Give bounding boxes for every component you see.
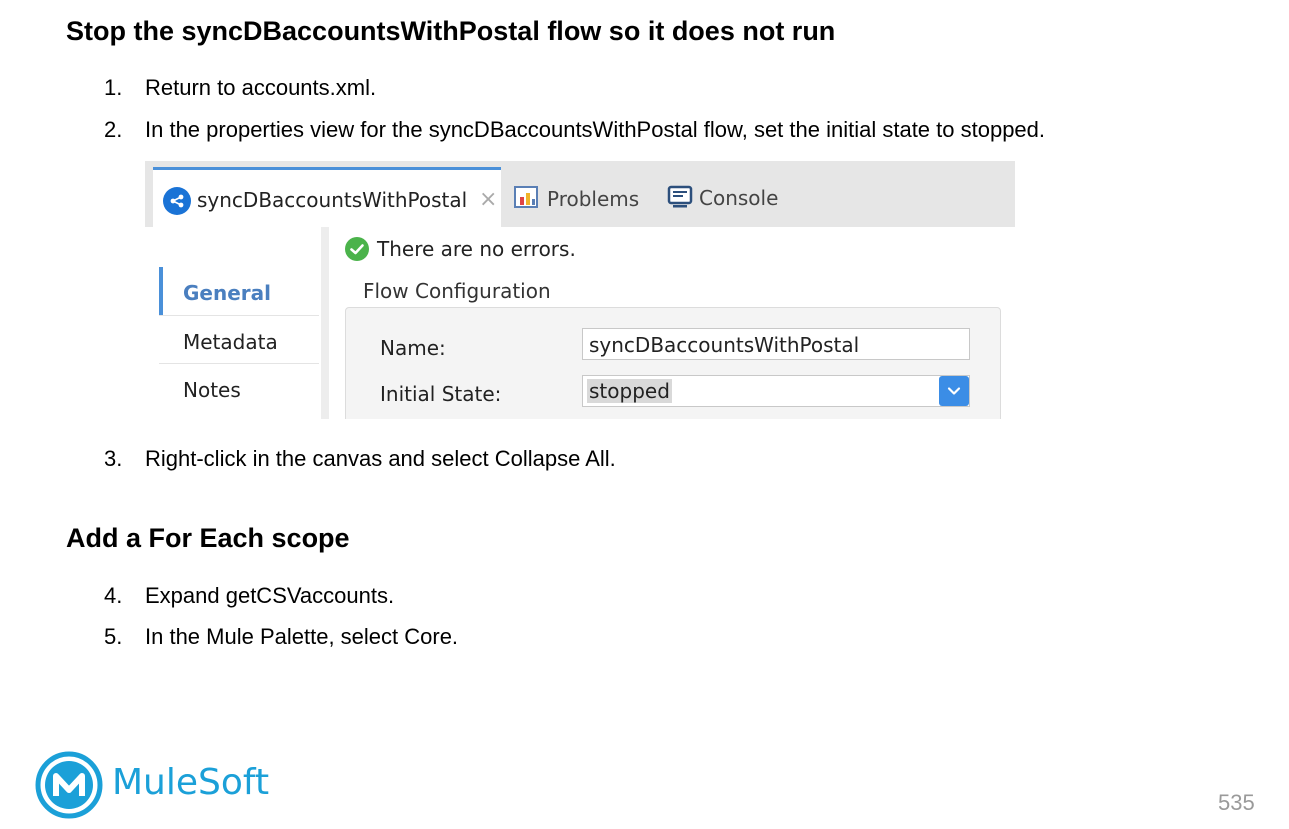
mulesoft-mark-icon [35, 751, 103, 819]
nav-divider [321, 227, 329, 419]
list-item-step-5: 5. In the Mule Palette, select Core. [104, 624, 458, 650]
nav-item-label: General [183, 281, 271, 305]
console-icon [667, 185, 693, 214]
properties-nav: General Metadata Notes [153, 227, 322, 419]
editor-tab-bar: syncDBaccountsWithPostal × Problems Cons… [145, 161, 1015, 227]
close-icon[interactable]: × [479, 187, 497, 212]
chevron-down-icon[interactable] [939, 376, 969, 406]
validation-status: There are no errors. [345, 237, 576, 261]
step-number: 2. [104, 117, 123, 142]
tab-console[interactable]: Console [667, 185, 778, 214]
page-number: 535 [1218, 790, 1255, 815]
tab-flow-properties[interactable]: syncDBaccountsWithPostal × [153, 167, 501, 227]
initial-state-value: stopped [587, 379, 672, 403]
section-heading-stop-flow: Stop the syncDBaccountsWithPostal flow s… [66, 16, 836, 46]
tab-label: syncDBaccountsWithPostal [197, 188, 468, 212]
status-text: There are no errors. [377, 237, 576, 261]
step-number: 3. [104, 446, 123, 471]
list-item-step-3: 3. Right-click in the canvas and select C… [104, 446, 616, 472]
list-item-step-1: 1. Return to accounts.xml. [104, 75, 376, 101]
step-number: 1. [104, 75, 123, 100]
tab-problems[interactable]: Problems [513, 185, 639, 216]
nav-item-notes[interactable]: Notes [159, 363, 319, 412]
problems-icon [513, 185, 541, 216]
flow-icon [163, 187, 191, 215]
step-number: 5. [104, 624, 123, 649]
nav-item-label: Metadata [183, 330, 278, 354]
section-title: Flow Configuration [363, 279, 551, 303]
nav-item-metadata[interactable]: Metadata [159, 315, 319, 364]
tab-label: Console [699, 186, 779, 210]
nav-item-label: Notes [183, 378, 241, 402]
properties-body: General Metadata Notes There are no erro… [145, 227, 1015, 419]
step-number: 4. [104, 583, 123, 608]
step-text: Right-click in the canvas and select Col… [145, 446, 616, 471]
check-circle-icon [345, 237, 369, 261]
tab-label: Problems [547, 187, 640, 211]
flow-configuration-form: Name: syncDBaccountsWithPostal Initial S… [345, 307, 1001, 419]
nav-item-general[interactable]: General [159, 267, 323, 315]
list-item-step-4: 4. Expand getCSVaccounts. [104, 583, 394, 609]
initial-state-label: Initial State: [380, 382, 502, 406]
step-text: Return to accounts.xml. [145, 75, 377, 100]
step-text: Expand getCSVaccounts. [145, 583, 395, 608]
properties-view-screenshot: syncDBaccountsWithPostal × Problems Cons… [145, 161, 1015, 419]
name-field[interactable]: syncDBaccountsWithPostal [582, 328, 970, 360]
step-text: In the Mule Palette, select Core. [145, 624, 459, 649]
step-text: In the properties view for the syncDBacc… [145, 117, 1046, 142]
name-label: Name: [380, 336, 446, 360]
list-item-step-2: 2. In the properties view for the syncDBa… [104, 117, 1045, 143]
brand-wordmark: MuleSoft [112, 762, 270, 803]
section-heading-for-each: Add a For Each scope [66, 523, 350, 553]
mulesoft-logo: MuleSoft [34, 750, 269, 820]
initial-state-select[interactable]: stopped [582, 375, 970, 407]
